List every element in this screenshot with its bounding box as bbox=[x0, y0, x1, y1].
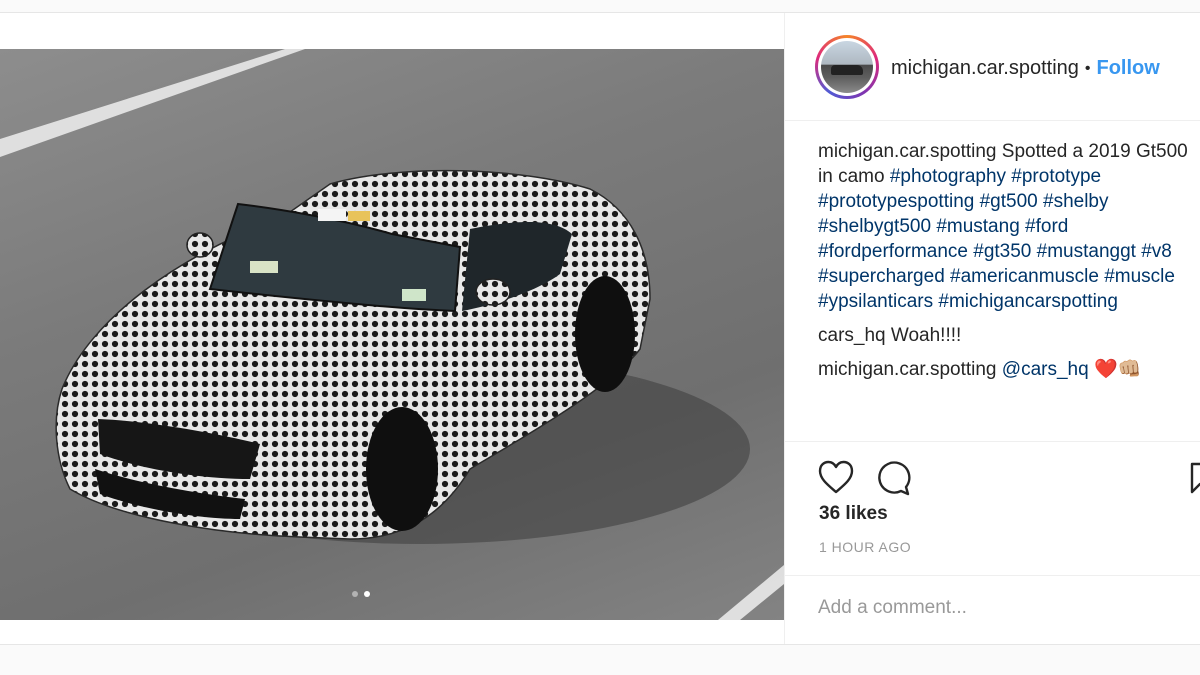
add-comment-bar: Add a comment... bbox=[785, 575, 1200, 644]
carousel-dot-active bbox=[364, 591, 370, 597]
avatar[interactable] bbox=[821, 41, 873, 93]
story-ring[interactable] bbox=[815, 35, 879, 99]
follow-button[interactable]: Follow bbox=[1097, 57, 1160, 80]
avatar-car-image bbox=[831, 65, 863, 75]
comment-username-link[interactable]: michigan.car.spotting bbox=[818, 359, 997, 380]
caption-username-link[interactable]: michigan.car.spotting bbox=[818, 141, 997, 162]
bookmark-icon[interactable] bbox=[1190, 462, 1200, 494]
header-username-link[interactable]: michigan.car.spotting bbox=[891, 57, 1079, 80]
car-photo-illustration bbox=[0, 49, 784, 620]
carousel-dot bbox=[352, 591, 358, 597]
post-timestamp: 1 HOUR AGO bbox=[819, 539, 912, 555]
comment-item: cars_hq Woah!!!! bbox=[818, 323, 1190, 348]
post-sidebar: michigan.car.spotting • Follow michigan.… bbox=[784, 13, 1200, 644]
comments-section: michigan.car.spotting Spotted a 2019 Gt5… bbox=[818, 139, 1190, 391]
separator-bullet: • bbox=[1084, 59, 1091, 77]
header-username-row: michigan.car.spotting • Follow bbox=[891, 57, 1160, 80]
comment-username-link[interactable]: cars_hq bbox=[818, 325, 886, 346]
comment-mention-link[interactable]: @cars_hq bbox=[1002, 359, 1089, 380]
likes-count[interactable]: 36 likes bbox=[819, 503, 888, 525]
comment-bubble-icon[interactable] bbox=[875, 460, 911, 496]
caption-hashtags[interactable]: #photography #prototype #prototypespotti… bbox=[818, 166, 1175, 312]
comment-text: Woah!!!! bbox=[890, 325, 962, 346]
carousel-indicator bbox=[352, 591, 370, 597]
bottom-divider bbox=[0, 644, 1200, 645]
caption: michigan.car.spotting Spotted a 2019 Gt5… bbox=[818, 139, 1190, 314]
comment-emoji: ❤️👊🏼 bbox=[1093, 359, 1142, 380]
post-header: michigan.car.spotting • Follow bbox=[785, 13, 1200, 121]
add-comment-input[interactable]: Add a comment... bbox=[818, 597, 967, 619]
post-photo[interactable] bbox=[0, 49, 784, 620]
comment-item: michigan.car.spotting @cars_hq ❤️👊🏼 bbox=[818, 357, 1190, 382]
heart-icon[interactable] bbox=[818, 460, 854, 494]
instagram-post: michigan.car.spotting • Follow michigan.… bbox=[0, 13, 1200, 644]
